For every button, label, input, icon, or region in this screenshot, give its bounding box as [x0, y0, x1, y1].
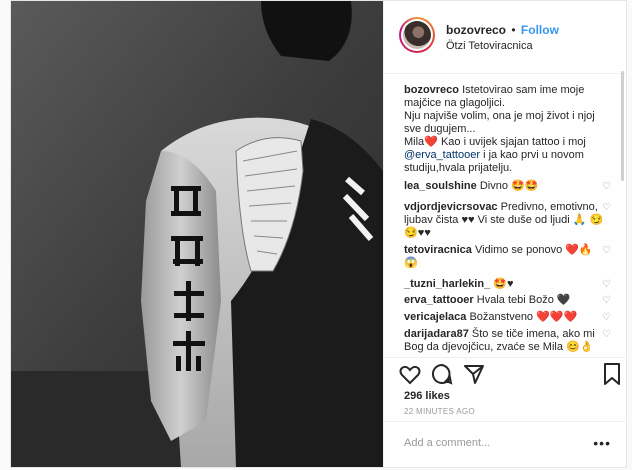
comment-text: Divno 🤩🤩: [479, 180, 539, 192]
post-card: bozovreco • Follow Ötzi Tetoviracnica bo…: [10, 0, 627, 468]
comment-username[interactable]: _tuzni_harlekin_: [404, 278, 490, 290]
add-comment-input[interactable]: [402, 436, 596, 450]
comment-like-heart-icon[interactable]: ♡: [602, 295, 611, 306]
post-header: bozovreco • Follow Ötzi Tetoviracnica: [384, 1, 627, 74]
header-username-row: bozovreco • Follow: [446, 23, 559, 37]
bookmark-icon[interactable]: [600, 362, 624, 386]
comment-item: lea_soulshine Divno 🤩🤩: [404, 180, 604, 193]
header-username[interactable]: bozovreco: [446, 23, 506, 37]
comment-item: _tuzni_harlekin_ 🤩♥: [404, 278, 604, 291]
caption: bozovreco Istetovirao sam ime moje majči…: [404, 84, 604, 175]
comment-icon[interactable]: [430, 362, 454, 386]
caption-text-2: Nju najviše volim, ona je moj život i nj…: [404, 110, 595, 135]
share-icon[interactable]: [462, 362, 486, 386]
caption-username[interactable]: bozovreco: [404, 84, 459, 96]
comment-username[interactable]: vdjordjevicrsovac: [404, 201, 498, 213]
action-bar: [384, 357, 627, 388]
comment-item: vdjordjevicrsovac Predivno, emotivno, lj…: [404, 201, 604, 240]
comment-username[interactable]: lea_soulshine: [404, 180, 477, 192]
comment-like-heart-icon[interactable]: ♡: [602, 312, 611, 323]
post-timestamp[interactable]: 22 MINUTES AGO: [404, 407, 475, 416]
comment-like-heart-icon[interactable]: ♡: [602, 279, 611, 290]
comment-item: darijadara87 Što se tiče imena, ako mi B…: [404, 328, 604, 354]
caption-text-3: Mila: [404, 136, 425, 148]
post-photo[interactable]: [11, 1, 383, 467]
caption-text-4: Kao i uvijek sjajan tattoo i moj: [440, 136, 586, 148]
caption-mention-link[interactable]: @erva_tattooer: [404, 149, 480, 161]
more-options-icon[interactable]: •••: [593, 435, 611, 451]
comment-text: 🤩♥: [493, 278, 514, 290]
comment-text: Hvala tebi Božo 🖤: [476, 294, 571, 306]
comment-like-heart-icon[interactable]: ♡: [602, 202, 611, 213]
comment-item: vericajelaca Božanstveno ❤️❤️❤️: [404, 311, 604, 324]
heart-icon[interactable]: [398, 362, 422, 386]
follow-button[interactable]: Follow: [521, 23, 559, 37]
comment-item: tetoviracnica Vidimo se ponovo ❤️🔥 😱: [404, 244, 604, 270]
comment-username[interactable]: tetoviracnica: [404, 244, 472, 256]
likes-count[interactable]: 296 likes: [404, 390, 450, 402]
separator-dot: •: [511, 23, 516, 37]
location-link[interactable]: Ötzi Tetoviracnica: [446, 40, 533, 52]
comments-list: bozovreco Istetovirao sam ime moje majči…: [384, 74, 627, 357]
add-comment-area: •••: [384, 421, 627, 468]
comment-like-heart-icon[interactable]: ♡: [602, 181, 611, 192]
avatar[interactable]: [399, 17, 435, 53]
comment-item: erva_tattooer Hvala tebi Božo 🖤: [404, 294, 604, 307]
comments-scrollbar[interactable]: [621, 71, 624, 181]
comment-username[interactable]: vericajelaca: [404, 311, 466, 323]
comment-text: Božanstveno ❤️❤️❤️: [469, 311, 578, 323]
comment-like-heart-icon[interactable]: ♡: [602, 245, 611, 256]
caption-heart-emoji: ❤️: [424, 136, 438, 148]
comment-username[interactable]: darijadara87: [404, 328, 469, 340]
tattoo-photo-image: [11, 1, 383, 467]
comment-like-heart-icon[interactable]: ♡: [602, 329, 611, 340]
comment-username[interactable]: erva_tattooer: [404, 294, 474, 306]
post-sidebar: bozovreco • Follow Ötzi Tetoviracnica bo…: [383, 1, 627, 467]
